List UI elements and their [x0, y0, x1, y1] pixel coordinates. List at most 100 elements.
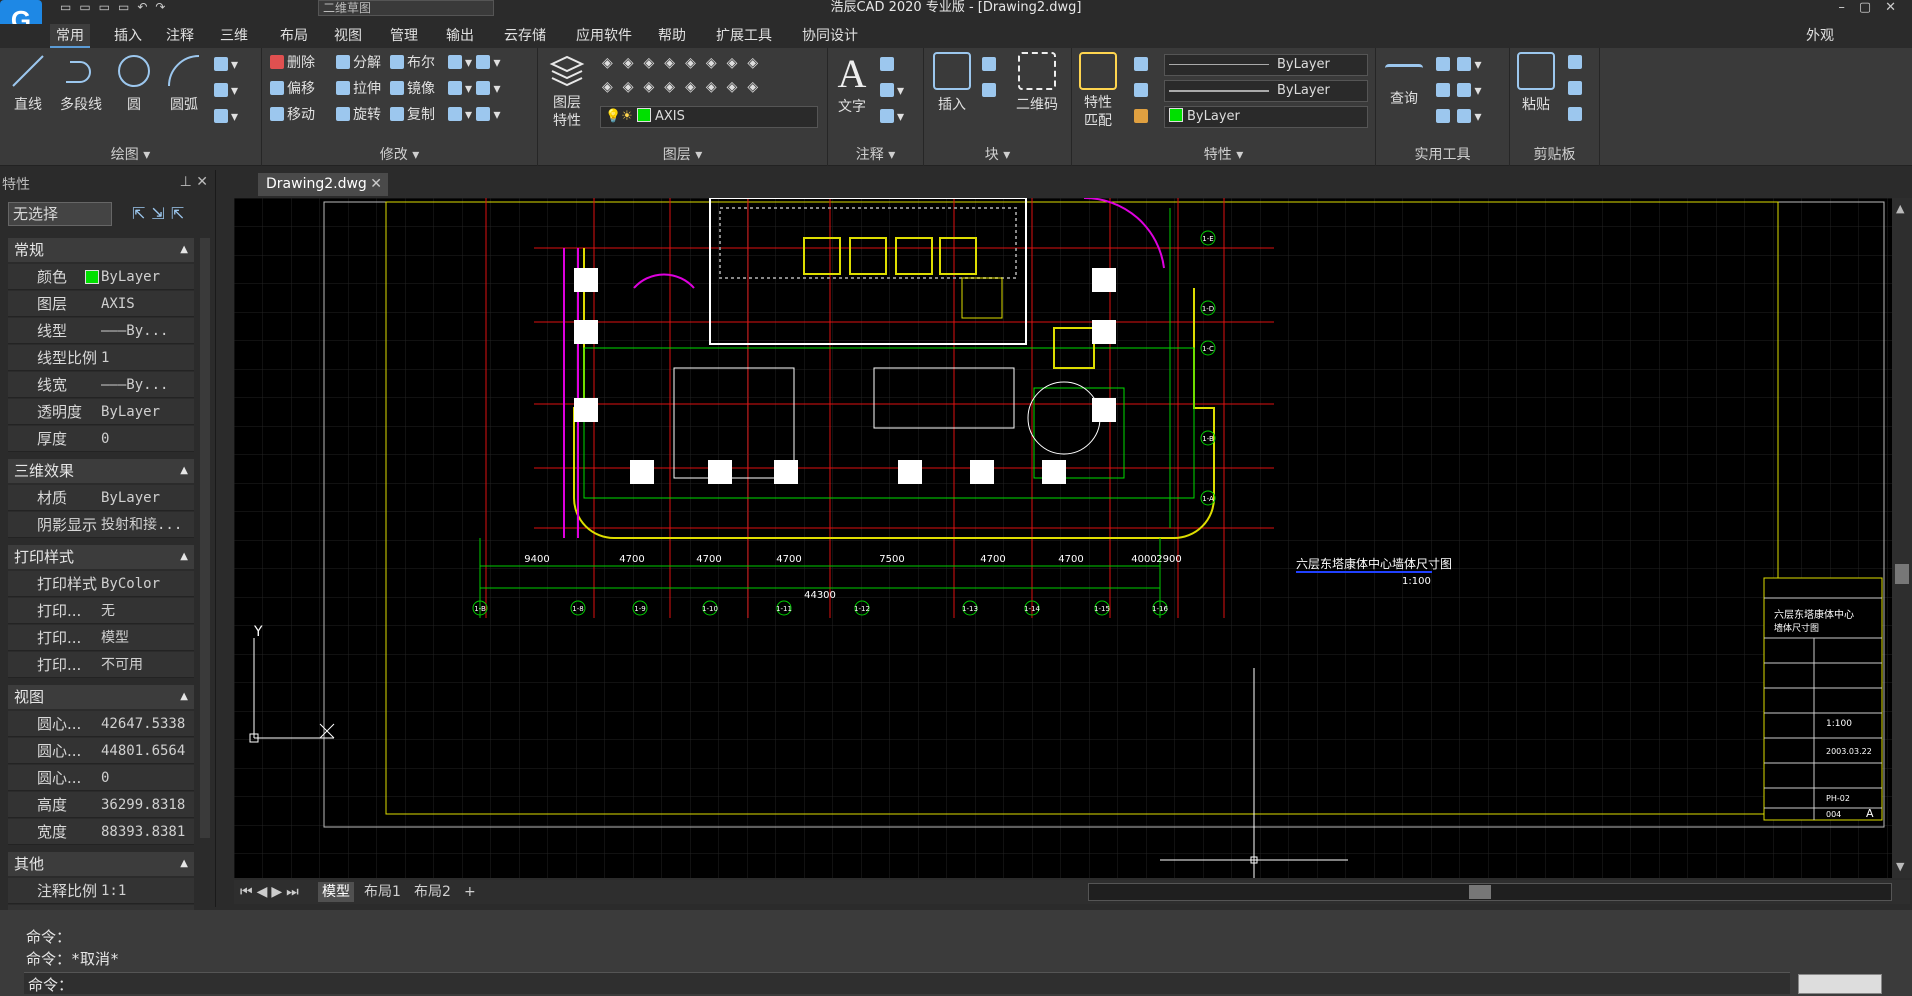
- copy-clip-button[interactable]: [1568, 52, 1585, 74]
- selection-dropdown[interactable]: 无选择: [8, 202, 112, 226]
- prop-row[interactable]: 打印... 模型: [8, 625, 194, 651]
- leader-button[interactable]: ▾: [880, 80, 904, 102]
- fillet-button[interactable]: ▾ ▾: [448, 78, 501, 100]
- layer-dropdown[interactable]: 💡☀ AXIS: [600, 106, 818, 128]
- table-button[interactable]: [880, 54, 897, 76]
- appearance-menu[interactable]: 外观: [1800, 24, 1840, 48]
- prop-value[interactable]: ByLayer: [101, 485, 195, 511]
- prop-value[interactable]: AXIS: [101, 291, 195, 317]
- menu-insert[interactable]: 插入: [108, 24, 148, 48]
- tab-add-layout[interactable]: +: [460, 882, 480, 902]
- menu-ext-tools[interactable]: 扩展工具: [710, 24, 778, 48]
- cut-button[interactable]: [1568, 78, 1585, 100]
- util-tool-2[interactable]: ▾: [1436, 80, 1481, 102]
- boolean-button[interactable]: 布尔: [390, 52, 435, 74]
- prop-row[interactable]: 透明度 ByLayer: [8, 399, 194, 425]
- arc-button[interactable]: 圆弧: [164, 52, 204, 114]
- menu-output[interactable]: 输出: [440, 24, 480, 48]
- insert-block-button[interactable]: 插入: [930, 52, 974, 114]
- hscroll-thumb[interactable]: [1469, 885, 1491, 899]
- prop-row[interactable]: 打印样式 ByColor: [8, 571, 194, 597]
- section-general[interactable]: 常规 ▲: [8, 238, 194, 262]
- draw-group-label[interactable]: 绘图 ▾: [0, 144, 261, 164]
- layer-properties-button[interactable]: 图层特性: [542, 52, 592, 130]
- polyline-button[interactable]: 多段线: [56, 52, 106, 114]
- prop-row[interactable]: 厚度 0: [8, 426, 194, 452]
- scroll-up-icon[interactable]: ▲: [1896, 202, 1904, 215]
- qrcode-button[interactable]: 二维码: [1010, 52, 1064, 114]
- stretch-button[interactable]: 拉伸: [336, 78, 381, 100]
- prop-value[interactable]: 不可用: [101, 652, 195, 678]
- command-scrollbar[interactable]: [1798, 974, 1882, 994]
- menu-3d[interactable]: 三维: [214, 24, 254, 48]
- tab-layout1[interactable]: 布局1: [360, 882, 405, 902]
- rotate-button[interactable]: 旋转: [336, 104, 381, 126]
- workspace-dropdown[interactable]: 二维草图: [318, 0, 494, 16]
- prop-value[interactable]: 0: [101, 426, 195, 452]
- prop-value[interactable]: 0: [101, 765, 195, 791]
- block-tool-2[interactable]: [982, 80, 999, 102]
- menu-apps[interactable]: 应用软件: [570, 24, 638, 48]
- prop-value[interactable]: ———By...: [101, 372, 195, 398]
- prop-row[interactable]: 高度 36299.8318: [8, 792, 194, 818]
- prop-row[interactable]: 圆心... 44801.6564: [8, 738, 194, 764]
- draw-more-1[interactable]: ▾: [214, 54, 238, 76]
- drawing-canvas[interactable]: 六层东塔康体中心 墙体尺寸图 1:100 2003.03.22 PH-02 00…: [234, 198, 1892, 878]
- layer-group-label[interactable]: 图层 ▾: [538, 144, 827, 164]
- layer-tools-row2[interactable]: ◈◈◈◈◈◈◈◈: [602, 76, 768, 98]
- mirror-button[interactable]: 镜像: [390, 78, 435, 100]
- menu-help[interactable]: 帮助: [652, 24, 692, 48]
- copy-button[interactable]: 复制: [390, 104, 435, 126]
- match-properties-button[interactable]: 特性匹配: [1078, 52, 1118, 130]
- prop-value[interactable]: 88393.8381: [101, 819, 195, 845]
- tab-drawing2[interactable]: Drawing2.dwg ✕: [258, 173, 388, 196]
- window-controls[interactable]: –▢✕: [1800, 0, 1910, 16]
- menu-home[interactable]: 常用: [50, 24, 90, 48]
- prop-value[interactable]: 投射和接...: [101, 512, 195, 538]
- draw-more-3[interactable]: ▾: [214, 106, 238, 128]
- array-button[interactable]: ▾ ▾: [448, 52, 501, 74]
- prop-row[interactable]: 材质 ByLayer: [8, 485, 194, 511]
- explode-button[interactable]: 分解: [336, 52, 381, 74]
- prop-row[interactable]: 图层 AXIS: [8, 291, 194, 317]
- prop-value[interactable]: 模型: [101, 625, 195, 651]
- prop-value[interactable]: ———By...: [101, 318, 195, 344]
- prop-value[interactable]: 42647.5338: [101, 711, 195, 737]
- util-tool-1[interactable]: ▾: [1436, 54, 1481, 76]
- paste-button[interactable]: 粘贴: [1514, 52, 1558, 114]
- move-button[interactable]: 移动: [270, 104, 315, 126]
- collapse-icon[interactable]: ▲: [180, 238, 188, 262]
- canvas-horizontal-scrollbar[interactable]: [1088, 883, 1892, 901]
- scroll-down-icon[interactable]: ▼: [1896, 860, 1904, 873]
- prop-value[interactable]: 36299.8318: [101, 792, 195, 818]
- prop-row[interactable]: 线型比例 1: [8, 345, 194, 371]
- command-input[interactable]: 命令：: [24, 972, 1790, 994]
- prop-value[interactable]: 44801.6564: [101, 738, 195, 764]
- prop-value[interactable]: ByLayer: [101, 399, 195, 425]
- vscroll-thumb[interactable]: [1895, 564, 1909, 584]
- copy-base-button[interactable]: [1568, 104, 1585, 126]
- layout-nav-arrows[interactable]: ⏮◀▶⏭: [236, 882, 307, 902]
- offset-button[interactable]: 偏移: [270, 78, 315, 100]
- menu-view[interactable]: 视图: [328, 24, 368, 48]
- prop-row[interactable]: 线型 ———By...: [8, 318, 194, 344]
- clipboard-group-label[interactable]: 剪贴板: [1510, 144, 1599, 164]
- collapse-icon[interactable]: ▲: [180, 459, 188, 483]
- prop-row[interactable]: 线宽 ———By...: [8, 372, 194, 398]
- prop-row[interactable]: 打印... 不可用: [8, 652, 194, 678]
- utilities-group-label[interactable]: 实用工具: [1376, 144, 1509, 164]
- tab-layout2[interactable]: 布局2: [410, 882, 455, 902]
- modify-group-label[interactable]: 修改 ▾: [262, 144, 537, 164]
- menu-collab[interactable]: 协同设计: [796, 24, 864, 48]
- query-button[interactable]: 查询: [1382, 52, 1426, 108]
- prop-row[interactable]: 阴影显示 投射和接...: [8, 512, 194, 538]
- dimension-button[interactable]: ▾: [880, 106, 904, 128]
- collapse-icon[interactable]: ▲: [180, 685, 188, 709]
- section-plot[interactable]: 打印样式 ▲: [8, 545, 194, 569]
- tab-model[interactable]: 模型: [318, 882, 354, 902]
- section-effects[interactable]: 三维效果 ▲: [8, 459, 194, 483]
- menu-annotate[interactable]: 注释: [160, 24, 200, 48]
- lineweight-dropdown[interactable]: ByLayer: [1164, 80, 1368, 102]
- properties-group-label[interactable]: 特性 ▾: [1072, 144, 1375, 164]
- line-button[interactable]: 直线: [8, 52, 48, 114]
